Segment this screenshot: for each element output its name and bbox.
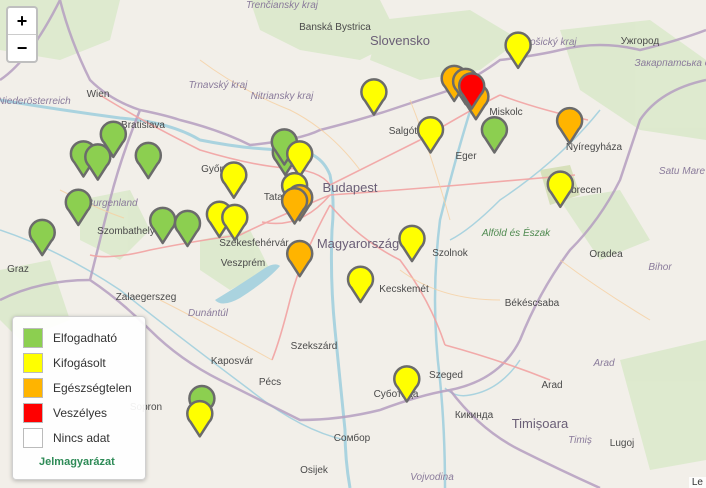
map-label: Alföld és Észak <box>481 226 551 239</box>
map-label: Timișoara <box>512 416 569 431</box>
map-label: Oradea <box>589 249 623 260</box>
legend-label: Elfogadható <box>53 331 118 345</box>
map-label: Wien <box>87 89 110 100</box>
map-label: Pécs <box>259 377 281 388</box>
map-label: Burgenland <box>86 198 138 209</box>
legend-label: Veszélyes <box>53 406 108 420</box>
legend-swatch <box>23 428 43 448</box>
legend-toggle-link[interactable]: Jelmagyarázat <box>39 456 115 468</box>
legend-item-acceptable: Elfogadható <box>23 328 143 348</box>
map-label: Nitriansky kraj <box>251 91 315 102</box>
map-label: Kecskemét <box>379 284 429 295</box>
map-label: Bihor <box>648 262 672 273</box>
map-label: Timiș <box>568 435 592 446</box>
map-label: Graz <box>7 264 29 275</box>
map-label: Сомбор <box>334 432 371 444</box>
zoom-control: + − <box>6 6 38 63</box>
map-label: Slovensko <box>370 33 430 48</box>
zoom-out-button[interactable]: − <box>8 35 36 61</box>
map-label: Nyíregyháza <box>566 142 623 153</box>
map-label: Banská Bystrica <box>299 22 371 33</box>
legend-item-unhealthy: Egészségtelen <box>23 378 143 398</box>
legend-label: Kifogásolt <box>53 356 106 370</box>
map-label: Arad <box>592 358 615 369</box>
map-label: Dunántúl <box>188 308 229 319</box>
map-label: Budapest <box>323 180 378 195</box>
legend-swatch <box>23 378 43 398</box>
map-label: Trenčiansky kraj <box>246 0 319 11</box>
map-label: Satu Mare <box>659 166 706 177</box>
map-label: Békéscsaba <box>505 298 560 309</box>
map-label: Magyarország <box>317 236 399 251</box>
map-label: Szombathely <box>97 226 155 237</box>
map-label: Veszprém <box>221 258 265 269</box>
legend-swatch <box>23 403 43 423</box>
legend-item-objectionable: Kifogásolt <box>23 353 143 373</box>
map-label: Vojvodina <box>410 472 454 483</box>
legend-panel: Elfogadható Kifogásolt Egészségtelen Ves… <box>12 316 146 480</box>
legend-label: Nincs adat <box>53 431 110 445</box>
legend-item-dangerous: Veszélyes <box>23 403 143 423</box>
map-label: Kaposvár <box>211 356 254 367</box>
map-label: Eger <box>455 151 477 162</box>
legend-swatch <box>23 328 43 348</box>
map-label: Osijek <box>300 465 329 476</box>
map-label: Niederösterreich <box>0 96 71 107</box>
map-label: Szeged <box>429 370 463 381</box>
map-label: Lugoj <box>610 438 634 449</box>
map-label: Szolnok <box>432 248 469 259</box>
legend-item-no-data: Nincs adat <box>23 428 143 448</box>
map-label: Закарпатська область <box>635 57 706 69</box>
map-label: Кикинда <box>455 410 494 421</box>
map-label: Szekszárd <box>291 341 338 352</box>
map-attribution[interactable]: Le <box>688 477 706 488</box>
map-label: Székesfehérvár <box>219 238 289 249</box>
map-label: Zalaegerszeg <box>116 292 177 303</box>
map-label: Ужгород <box>621 36 660 47</box>
legend-swatch <box>23 353 43 373</box>
map-label: Arad <box>541 380 562 391</box>
map-label: Bratislava <box>121 120 165 131</box>
zoom-in-button[interactable]: + <box>8 8 36 35</box>
map-label: Trnavský kraj <box>189 80 248 91</box>
legend-label: Egészségtelen <box>53 381 132 395</box>
